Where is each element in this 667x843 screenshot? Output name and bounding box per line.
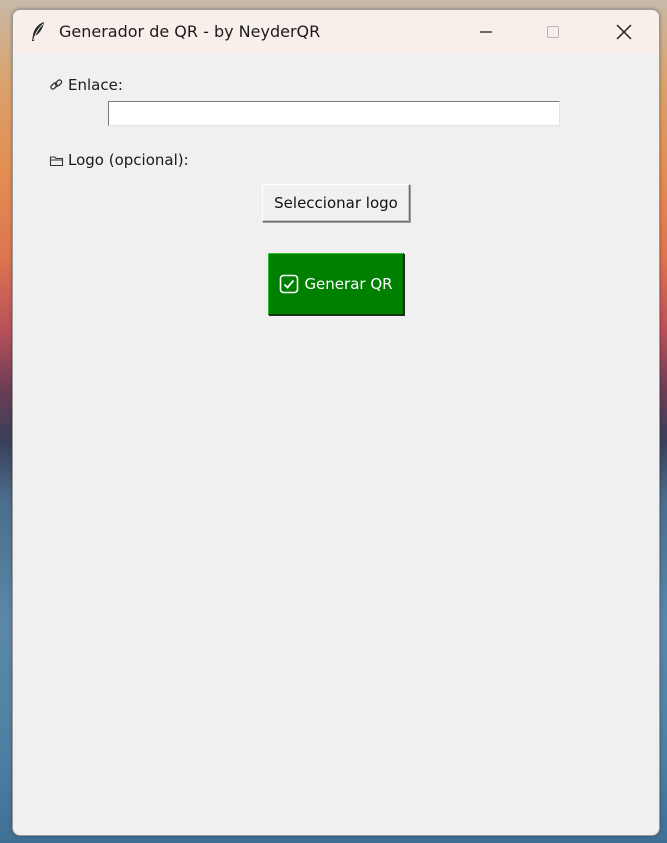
minimize-button[interactable] (463, 10, 509, 54)
select-logo-button[interactable]: Seleccionar logo (262, 184, 410, 222)
select-logo-label: Seleccionar logo (274, 194, 398, 212)
logo-label: Logo (opcional): (68, 151, 189, 169)
feather-icon (29, 21, 47, 43)
generate-qr-label: Generar QR (304, 275, 393, 293)
link-label-row: Enlace: (49, 76, 123, 94)
app-window: Generador de QR - by NeyderQR Enlace: Lo… (12, 9, 660, 836)
link-label: Enlace: (68, 76, 123, 94)
maximize-icon (545, 24, 561, 40)
link-icon (49, 78, 64, 93)
link-input[interactable] (108, 101, 560, 126)
title-bar[interactable]: Generador de QR - by NeyderQR (13, 10, 659, 54)
close-icon (615, 23, 633, 41)
close-button[interactable] (601, 10, 647, 54)
logo-label-row: Logo (opcional): (49, 151, 189, 169)
folder-icon (49, 153, 64, 168)
generate-qr-button[interactable]: Generar QR (268, 253, 404, 315)
window-title: Generador de QR - by NeyderQR (59, 22, 321, 41)
minimize-icon (478, 24, 494, 40)
maximize-button[interactable] (530, 10, 576, 54)
checkbox-icon (279, 274, 299, 294)
